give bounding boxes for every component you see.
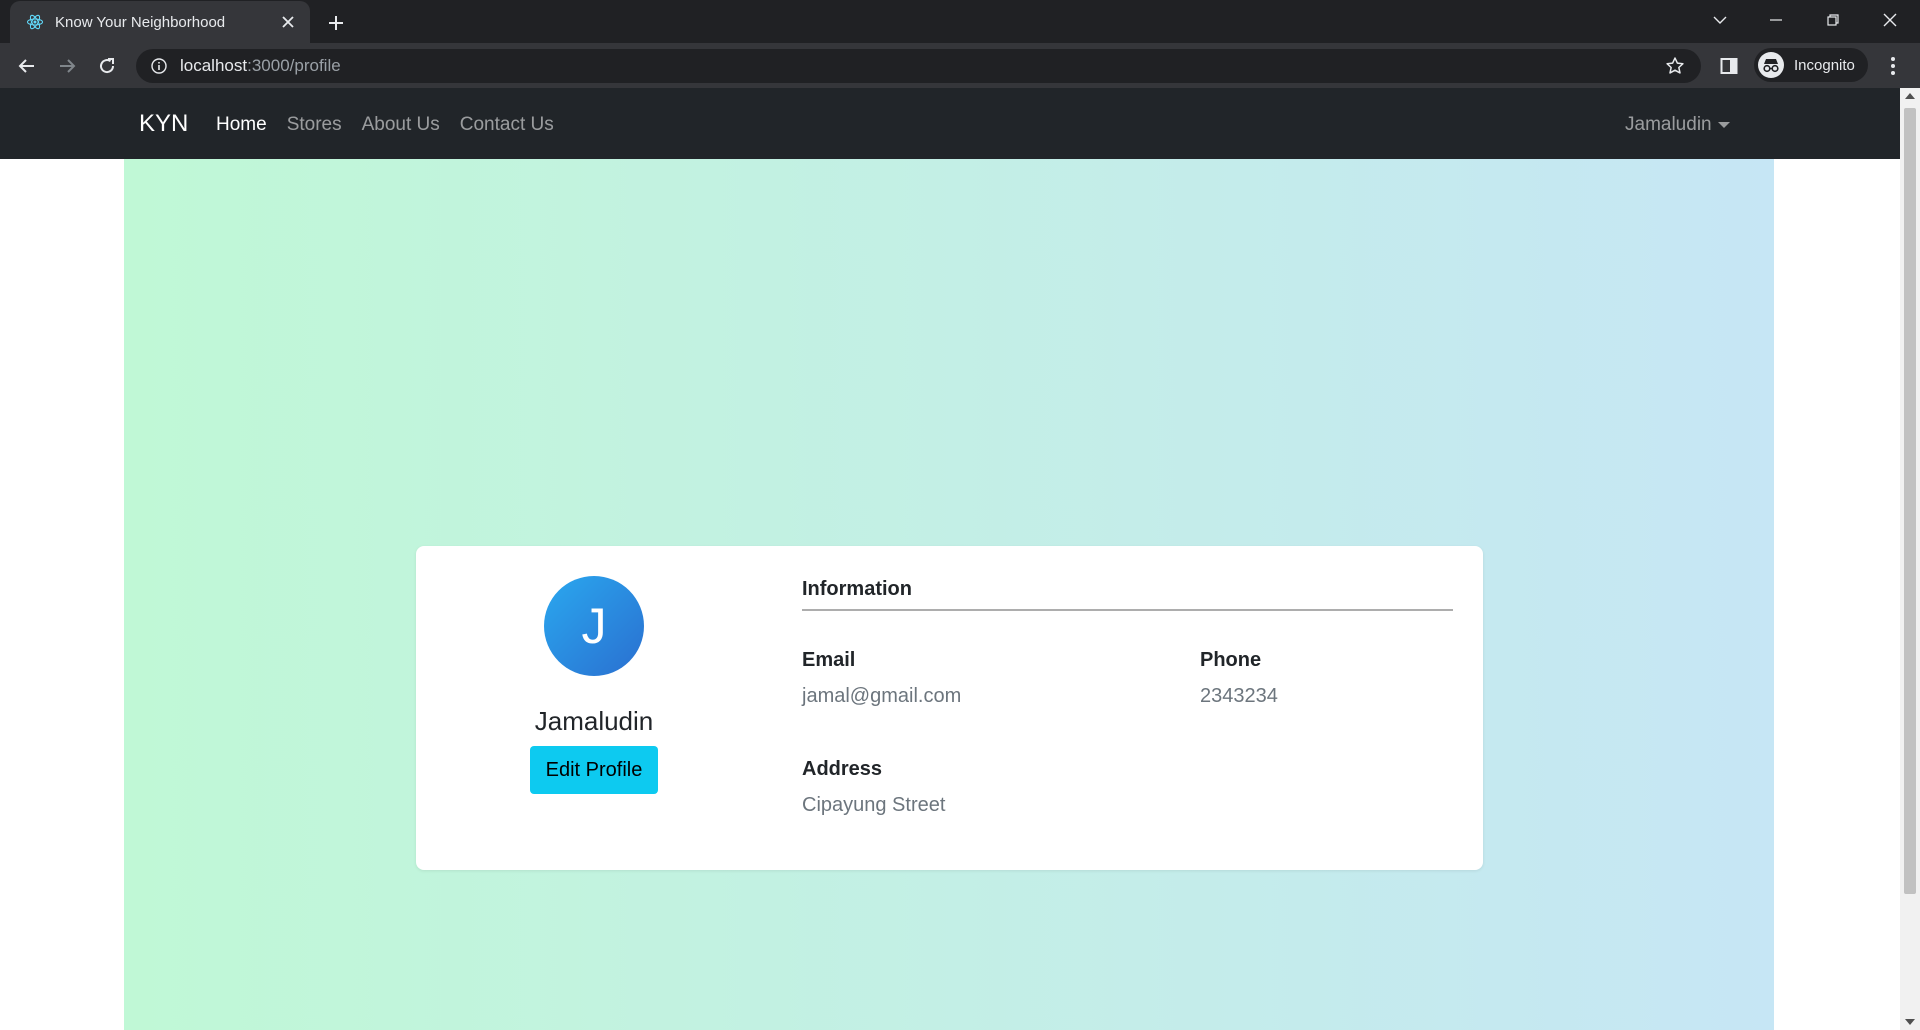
- email-label: Email: [802, 649, 856, 671]
- caret-down-icon: [1717, 122, 1730, 128]
- user-dropdown-label: Jamaludin: [1625, 114, 1712, 135]
- incognito-icon: [1758, 52, 1784, 78]
- restore-icon[interactable]: [1805, 0, 1861, 40]
- address-bar[interactable]: localhost:3000/profile: [136, 49, 1701, 83]
- close-icon[interactable]: [278, 12, 298, 32]
- brand-logo[interactable]: KYN: [139, 110, 188, 138]
- scrollbar-thumb[interactable]: [1904, 108, 1916, 894]
- address-label: Address: [802, 758, 883, 780]
- browser-tab[interactable]: Know Your Neighborhood: [10, 1, 310, 43]
- scrollbar[interactable]: [1900, 88, 1920, 1030]
- profile-name: Jamaludin: [534, 706, 654, 736]
- incognito-label: Incognito: [1794, 56, 1855, 74]
- reload-icon[interactable]: [92, 51, 122, 81]
- phone-value: 2343234: [1200, 685, 1278, 707]
- chevron-down-icon[interactable]: [1692, 0, 1748, 40]
- url-host: localhost: [180, 56, 248, 75]
- avatar: J: [544, 576, 644, 676]
- arrow-left-icon[interactable]: [12, 51, 42, 81]
- avatar-initial: J: [581, 598, 607, 654]
- arrow-right-icon[interactable]: [52, 51, 82, 81]
- window-close-icon[interactable]: [1862, 0, 1918, 40]
- star-icon[interactable]: [1663, 54, 1687, 78]
- nav-link-about-us[interactable]: About Us: [362, 114, 440, 136]
- react-icon: [25, 12, 45, 32]
- plus-icon[interactable]: [323, 10, 349, 36]
- browser-tab-bar: Know Your Neighborhood: [0, 0, 1920, 43]
- information-heading: Information: [802, 578, 912, 600]
- side-panel-icon[interactable]: [1715, 52, 1743, 80]
- app-navbar: KYN Home Stores About Us Contact Us Jama…: [0, 88, 1900, 159]
- url-path: :3000/profile: [247, 56, 341, 75]
- page-viewport: KYN Home Stores About Us Contact Us Jama…: [0, 88, 1900, 1030]
- user-dropdown[interactable]: Jamaludin: [1625, 114, 1730, 136]
- phone-label: Phone: [1200, 649, 1262, 671]
- profile-card: J Jamaludin Edit Profile Information Ema…: [416, 546, 1483, 870]
- url-text[interactable]: localhost:3000/profile: [180, 56, 1663, 76]
- divider: [802, 609, 1453, 611]
- nav-links: Home Stores About Us Contact Us: [216, 114, 574, 136]
- minimize-icon[interactable]: [1748, 0, 1804, 40]
- scroll-up-icon[interactable]: [1905, 93, 1915, 99]
- info-icon[interactable]: [150, 57, 168, 75]
- edit-profile-button[interactable]: Edit Profile: [530, 746, 658, 794]
- browser-toolbar: localhost:3000/profile Incognito: [0, 43, 1920, 88]
- email-value: jamal@gmail.com: [802, 685, 962, 707]
- scroll-down-icon[interactable]: [1905, 1019, 1915, 1025]
- address-value: Cipayung Street: [802, 794, 946, 816]
- incognito-profile-button[interactable]: Incognito: [1754, 48, 1868, 82]
- tab-title: Know Your Neighborhood: [55, 13, 226, 31]
- nav-link-contact-us[interactable]: Contact Us: [460, 114, 554, 136]
- nav-link-stores[interactable]: Stores: [287, 114, 342, 136]
- nav-link-home[interactable]: Home: [216, 114, 267, 136]
- kebab-menu-icon[interactable]: [1880, 52, 1906, 80]
